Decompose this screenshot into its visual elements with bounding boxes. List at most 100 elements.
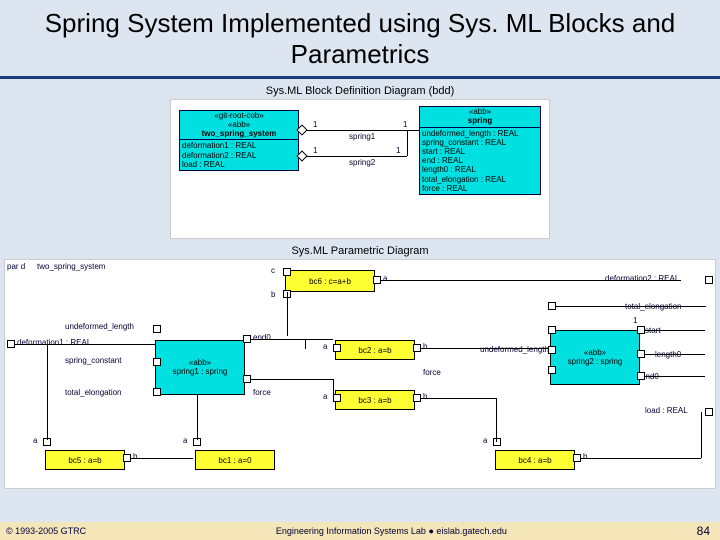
- port-label: force: [423, 368, 441, 377]
- attr: load : REAL: [182, 160, 296, 169]
- port-label: c: [271, 266, 275, 275]
- bc6: bc6 : c=a+b: [285, 270, 375, 292]
- connector: [251, 339, 333, 340]
- block-name: spring2 : spring: [568, 358, 623, 367]
- block-name: spring: [468, 116, 492, 125]
- assoc-line: [307, 130, 419, 131]
- connector: [421, 398, 496, 399]
- port: [548, 346, 556, 354]
- port: [548, 302, 556, 310]
- connector: [131, 458, 193, 459]
- frame-context: two_spring_system: [37, 262, 105, 271]
- spring1-block: «abb» spring1 : spring: [155, 340, 245, 395]
- port: [705, 276, 713, 284]
- port: [637, 350, 645, 358]
- port: [283, 268, 291, 276]
- port-label: end0: [253, 333, 271, 342]
- value-label: total_elongation: [65, 388, 122, 397]
- port: [243, 375, 251, 383]
- mult: 1: [396, 146, 400, 155]
- mult: 1: [633, 316, 637, 325]
- port: [413, 394, 421, 402]
- attr: force : REAL: [422, 184, 538, 193]
- connector: [645, 330, 705, 331]
- value-label: load : REAL: [645, 406, 688, 415]
- attr: deformation2 : REAL: [182, 151, 296, 160]
- assoc-line: [307, 156, 407, 157]
- bc2: bc2 : a=b: [335, 340, 415, 360]
- value-label: deformation1 : REAL: [17, 338, 91, 347]
- port-label: b: [133, 452, 137, 461]
- port-label: a: [323, 342, 327, 351]
- connector: [47, 344, 48, 440]
- block-two-spring-system: «git-root-cob» «abb» two_spring_system d…: [179, 110, 299, 171]
- connector: [645, 376, 705, 377]
- page-number: 84: [697, 524, 720, 538]
- port-label: a: [323, 392, 327, 401]
- connector: [305, 339, 306, 349]
- port: [413, 344, 421, 352]
- role: spring2: [349, 158, 375, 167]
- port-label: a: [483, 436, 487, 445]
- port-label: a: [183, 436, 187, 445]
- value-label: undeformed_length: [480, 345, 549, 354]
- attr: end : REAL: [422, 156, 538, 165]
- port: [7, 340, 15, 348]
- port: [637, 372, 645, 380]
- port: [123, 454, 131, 462]
- port: [573, 454, 581, 462]
- connector: [287, 292, 288, 336]
- connector: [381, 280, 681, 281]
- block-spring: «abb» spring undeformed_length : REAL sp…: [419, 106, 541, 195]
- port: [493, 438, 501, 446]
- footer-center: Engineering Information Systems Lab ● ei…: [86, 526, 696, 536]
- attr: length0 : REAL: [422, 165, 538, 174]
- connector: [333, 379, 334, 397]
- port: [243, 335, 251, 343]
- page-title: Spring System Implemented using Sys. ML …: [0, 0, 720, 74]
- port: [153, 358, 161, 366]
- bc5: bc5 : a=b: [45, 450, 125, 470]
- role: spring1: [349, 132, 375, 141]
- footer: © 1993-2005 GTRC Engineering Information…: [0, 522, 720, 540]
- port-label: a: [33, 436, 37, 445]
- value-label: undeformed_length: [65, 322, 134, 331]
- mult: 1: [313, 120, 317, 129]
- attr: start : REAL: [422, 147, 538, 156]
- connector: [15, 344, 155, 345]
- port: [333, 394, 341, 402]
- port: [548, 366, 556, 374]
- port: [153, 388, 161, 396]
- frame-label: par d: [7, 262, 25, 271]
- title-rule: [0, 76, 720, 79]
- port: [373, 276, 381, 284]
- bc4: bc4 : a=b: [495, 450, 575, 470]
- assoc-line: [407, 130, 408, 156]
- port-label: b: [583, 452, 587, 461]
- connector: [496, 398, 497, 442]
- attr: undeformed_length : REAL: [422, 129, 538, 138]
- value-label: deformation2 : REAL: [605, 274, 679, 283]
- spring2-block: «abb» spring2 : spring: [550, 330, 640, 385]
- port-label: force: [253, 388, 271, 397]
- connector: [645, 354, 705, 355]
- port-label: a: [383, 274, 387, 283]
- connector: [251, 379, 333, 380]
- port: [548, 326, 556, 334]
- bdd-caption: Sys.ML Block Definition Diagram (bdd): [0, 85, 720, 97]
- block-name: spring1 : spring: [173, 368, 228, 377]
- port-label: b: [423, 342, 427, 351]
- bc3: bc3 : a=b: [335, 390, 415, 410]
- value-label: spring_constant: [65, 356, 121, 365]
- connector: [701, 412, 702, 458]
- connector: [581, 458, 701, 459]
- block-name: two_spring_system: [202, 129, 277, 138]
- par-caption: Sys.ML Parametric Diagram: [0, 245, 720, 257]
- bc1: bc1 : a=0: [195, 450, 275, 470]
- attr: deformation1 : REAL: [182, 141, 296, 150]
- connector: [197, 395, 198, 440]
- port-label: b: [271, 290, 275, 299]
- attr: total_elongation : REAL: [422, 175, 538, 184]
- par-diagram: par d two_spring_system deformation1 : R…: [4, 259, 716, 489]
- assoc-line: [407, 130, 419, 131]
